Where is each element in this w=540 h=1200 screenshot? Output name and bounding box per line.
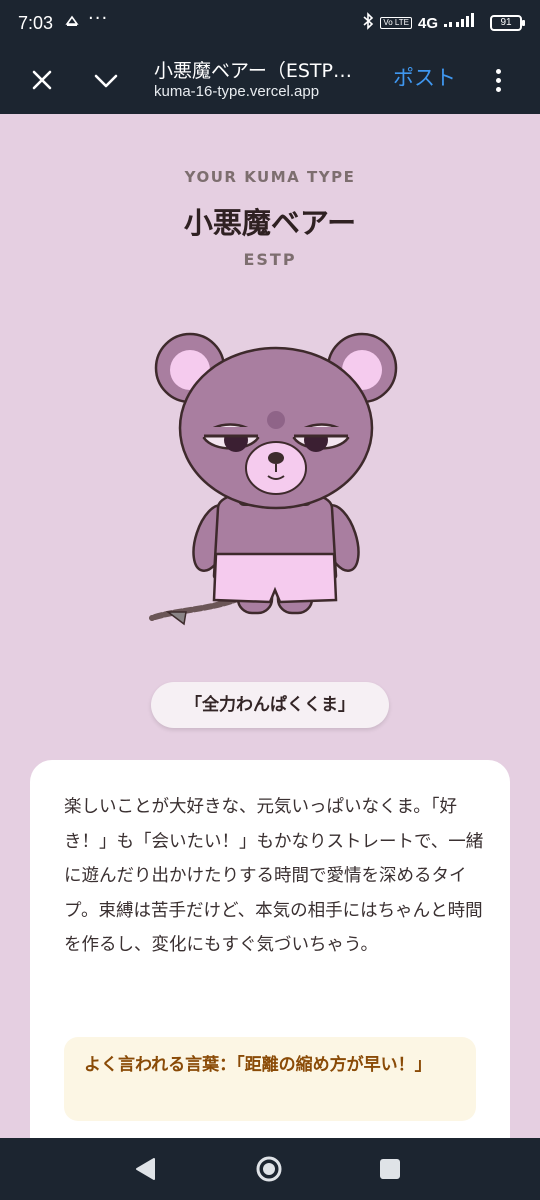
back-triangle-icon[interactable] [134,1157,156,1185]
volte-badge: Vo LTE [380,17,412,29]
bear-illustration [140,318,410,648]
status-bar: 7:03 ··· Vo LTE 4G 91 [0,0,540,48]
page-url: kuma-16-type.vercel.app [154,83,320,100]
battery-indicator: 91 [490,15,525,31]
status-more-icon: ··· [88,8,109,29]
quote-text: よく言われる言葉：「距離の縮め方が早い！」 [84,1055,432,1075]
chevron-down-icon [94,73,118,92]
status-time: 7:03 [18,13,54,33]
close-button[interactable] [22,62,62,102]
recents-square-icon[interactable] [380,1159,400,1179]
more-vert-icon [495,86,501,92]
result-type-code: ESTP [243,250,297,269]
post-button[interactable]: ポスト [393,62,456,92]
system-nav-bar [0,1138,540,1200]
network-type: 4G [417,14,438,32]
description-card: 楽しいことが大好きな、元気いっぱいなくま。「好き！」も「会いたい！」もかなりスト… [30,760,510,1180]
overflow-menu-button[interactable] [484,64,512,96]
result-eyebrow: YOUR KUMA TYPE [184,168,356,186]
minimize-button[interactable] [86,62,126,102]
bluetooth-icon [362,12,374,34]
more-vert-icon [495,77,501,83]
cloud-app-icon [64,14,80,32]
quote-box: よく言われる言葉：「距離の縮め方が早い！」 [64,1037,476,1121]
description-text: 楽しいことが大好きな、元気いっぱいなくま。「好き！」も「会いたい！」もかなりスト… [64,797,484,955]
tagline-pill: 「全力わんぱくくま」 [151,682,389,728]
more-vert-icon [495,68,501,74]
status-indicators: Vo LTE 4G 91 [362,12,525,34]
signal-icon [444,13,484,33]
close-icon [32,70,52,94]
result-type-title: 小悪魔ベアー [183,206,357,240]
home-circle-icon[interactable] [255,1155,283,1187]
page-title: 小悪魔ベアー（ESTP… [154,60,352,82]
custom-tab-toolbar: 小悪魔ベアー（ESTP… kuma-16-type.vercel.app ポスト [0,48,540,114]
